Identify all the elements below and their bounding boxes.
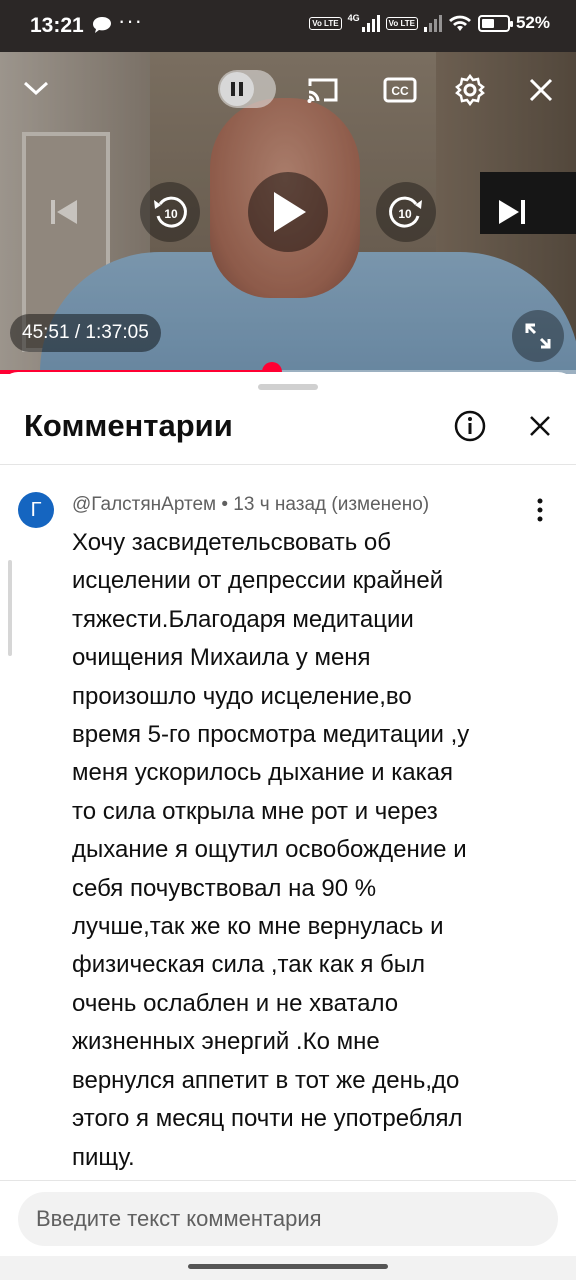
close-player-button[interactable] (524, 72, 558, 108)
signal-icon (361, 14, 380, 32)
input-divider (0, 1180, 576, 1181)
chevron-down-icon (23, 81, 49, 96)
scroll-indicator[interactable] (8, 560, 12, 656)
minimize-button[interactable] (16, 70, 56, 106)
info-icon (454, 410, 486, 442)
video-player[interactable]: CC 10 10 45:51 / 1:37:05 (0, 52, 576, 374)
forward-10-button[interactable]: 10 (376, 182, 436, 242)
volte-badge: Vo LTE (309, 16, 342, 30)
forward-10-label: 10 (398, 207, 412, 221)
svg-text:CC: CC (391, 84, 409, 98)
comment-text: Хочу засвидетельсвовать об исцелении от … (72, 529, 470, 1171)
settings-icon (455, 74, 485, 106)
replay-10-button[interactable]: 10 (140, 182, 200, 242)
info-button[interactable] (452, 408, 488, 444)
header-divider (0, 464, 576, 465)
status-time: 13:21 (30, 14, 84, 37)
video-time-display: 45:51 / 1:37:05 (10, 314, 161, 352)
close-icon (530, 416, 550, 436)
play-icon (274, 192, 306, 232)
more-notifications-dots: ··· (118, 8, 143, 33)
comments-sheet: Комментарии Г @ГалстянАртем • 13 ч назад… (0, 372, 576, 1280)
settings-button[interactable] (452, 72, 488, 108)
status-bar: 13:21 ··· Vo LTE 4G Vo LTE 52% (0, 0, 576, 52)
previous-icon (51, 200, 77, 224)
autoplay-toggle[interactable] (218, 70, 276, 108)
comment-actions-button[interactable] (528, 496, 552, 524)
next-button[interactable] (494, 194, 530, 230)
fullscreen-button[interactable] (512, 310, 564, 362)
volte-badge-2: Vo LTE (385, 16, 418, 30)
network-type: 4G (347, 13, 360, 23)
wifi-icon (448, 15, 471, 31)
more-vertical-icon (537, 498, 543, 522)
fullscreen-icon (525, 323, 551, 349)
signal-icon-2 (423, 14, 442, 32)
battery-percent: 52% (515, 13, 550, 32)
next-icon (499, 200, 525, 224)
captions-button[interactable]: CC (382, 72, 418, 108)
battery-icon (477, 14, 513, 32)
replay-10-label: 10 (164, 207, 178, 221)
cast-button[interactable] (304, 72, 342, 108)
comment-meta: @ГалстянАртем • 13 ч назад (изменено) (72, 494, 430, 515)
home-gesture-bar[interactable] (188, 1264, 388, 1269)
forward-10-icon: 10 (389, 196, 422, 228)
pause-icon (231, 82, 243, 96)
cast-icon (307, 78, 338, 103)
close-icon (529, 78, 553, 102)
close-comments-button[interactable] (522, 408, 558, 444)
previous-button[interactable] (46, 194, 82, 230)
avatar[interactable]: Г (18, 492, 54, 528)
drag-handle[interactable] (258, 384, 318, 390)
replay-10-icon: 10 (154, 196, 187, 228)
play-button[interactable] (248, 172, 328, 252)
comments-title: Комментарии (24, 408, 233, 443)
chat-icon (93, 17, 111, 33)
comment-input[interactable]: Введите текст комментария (18, 1192, 558, 1246)
cc-icon: CC (383, 77, 417, 103)
